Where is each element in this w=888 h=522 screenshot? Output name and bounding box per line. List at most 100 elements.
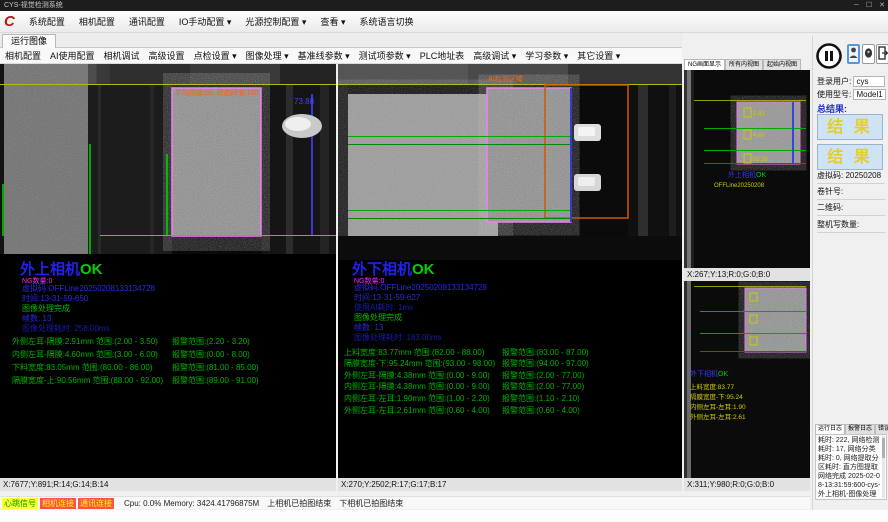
mini-camera-label: 外上相机OK	[728, 170, 766, 179]
baseline-yellow-line	[338, 84, 682, 85]
pause-button[interactable]	[815, 42, 843, 70]
model-label: 使用型号:	[817, 90, 851, 99]
left-camera-image[interactable]: 平均阈值:93, 动态阈值:100 73.88	[0, 64, 336, 254]
marker-value: 2.91	[753, 111, 765, 117]
menu-item-system-config[interactable]: 系统配置	[22, 15, 72, 28]
menu-item-light-control[interactable]: 光源控制配置 ▾	[238, 15, 313, 28]
tool-camera-config[interactable]: 相机配置	[5, 49, 41, 62]
exit-button[interactable]	[876, 44, 888, 64]
right-top-coords-bar: X:267;Y:13;R:0;G:0;B:0	[684, 268, 810, 281]
tool-baseline-params[interactable]: 基准线参数 ▾	[298, 49, 350, 62]
left-camera-panel: 平均阈值:93, 动态阈值:100 73.88 外上相机OK NG数量:0 虚拟…	[0, 64, 336, 478]
menu-item-language[interactable]: 系统语言切换	[352, 15, 420, 28]
menu-item-view[interactable]: 查看 ▾	[313, 15, 352, 28]
tool-other-settings[interactable]: 其它设置 ▾	[577, 49, 620, 62]
app-logo: C	[4, 13, 15, 30]
tool-test-params[interactable]: 测试项参数 ▾	[359, 49, 411, 62]
tab-run-image[interactable]: 运行图像	[2, 34, 56, 48]
roi-rect	[737, 102, 800, 164]
model-field[interactable]: Model1	[853, 89, 885, 100]
tool-camera-debug[interactable]: 相机调试	[104, 49, 140, 62]
log-scrollbar-thumb[interactable]	[882, 438, 885, 458]
alarm-range: 报警范围:(2.00 - 77.00)	[502, 370, 584, 381]
lock-button[interactable]	[862, 44, 875, 64]
control-panel: 登录用户: cys 使用型号: Model1 总结果: 结 果 结 果 虚拟码:…	[812, 36, 888, 510]
middle-camera-image[interactable]: AI检测区域	[338, 64, 682, 260]
tool-plc-table[interactable]: PLC地址表	[420, 49, 465, 62]
window-title: CYS-视觉检测系统	[4, 2, 63, 9]
measurement-row: 隔膜宽度-下:95.24mm 范围:(93.00 - 98.00)	[344, 358, 495, 369]
measurement-row: 外侧左耳-左耳:2.61mm 范围:(0.60 - 4.00)	[344, 405, 490, 416]
blue-measure-text: 73.88	[294, 97, 315, 106]
log-tabs: 运行日志 报警日志 错误日志	[815, 424, 887, 434]
needle-number-field[interactable]: 卷针号:	[817, 186, 885, 200]
bottom-spacer	[0, 510, 888, 522]
mini-measure-line: 隔膜宽度-下:95.24	[690, 392, 743, 401]
write-count-field[interactable]: 整机写数量:	[817, 219, 885, 233]
result-box-1: 结 果	[817, 114, 883, 140]
left-elapsed: 图像处理耗时: 258.00ms	[22, 323, 110, 334]
right-view-tabs: NG画面显示 所有内视图 起始内视图	[684, 58, 810, 70]
tab-all-view[interactable]: 所有内视图	[725, 59, 763, 70]
left-ok-status: OK	[80, 261, 103, 278]
tab-ng-display[interactable]: NG画面显示	[684, 59, 725, 70]
tool-advanced-settings[interactable]: 高级设置	[149, 49, 185, 62]
lock-icon	[864, 46, 873, 60]
middle-coords-bar: X:270;Y:2502;R:17;G:17;B:17	[338, 478, 682, 491]
exit-icon	[878, 46, 888, 60]
marker-value: 4.60	[753, 133, 765, 139]
tool-spot-check[interactable]: 点检设置 ▾	[194, 49, 237, 62]
measurement-row: 内侧左耳-隔膜:4.60mm 范围:(3.00 - 6.00)	[12, 349, 158, 360]
tool-ai-config[interactable]: AI使用配置	[50, 49, 95, 62]
mini-camera-label: 外下相机OK	[690, 369, 728, 378]
baseline-yellow-line	[0, 84, 336, 85]
tool-image-process[interactable]: 图像处理 ▾	[246, 49, 289, 62]
tab-run-log[interactable]: 运行日志	[815, 424, 845, 434]
log-text-area[interactable]: 耗时: 222, 网络检测耗时: 17, 网络分类耗时: 0, 网络提取分区耗时…	[815, 434, 887, 500]
alarm-range: 报警范围:(0.00 - 8.00)	[172, 349, 250, 360]
alarm-range: 报警范围:(2.00 - 77.00)	[502, 381, 584, 392]
menu-item-io-manual[interactable]: IO手动配置 ▾	[172, 15, 239, 28]
login-user-field[interactable]: cys	[853, 76, 885, 87]
right-bottom-camera-image[interactable]: 外下相机OK 上料宽度:83.77 隔膜宽度-下:95.24 内侧左耳-左耳:1…	[684, 281, 810, 478]
maximize-button[interactable]: ☐	[866, 0, 872, 11]
tab-strip: 运行图像	[0, 33, 682, 48]
measure-blue-line	[311, 94, 313, 236]
virtual-code-field: 虚拟码: 20250208	[817, 170, 885, 184]
title-bar: CYS-视觉检测系统 ─ ☐ ✕	[0, 0, 888, 11]
alarm-range: 报警范围:(2.20 - 3.20)	[172, 336, 250, 347]
right-top-camera-image[interactable]: 2.91 4.60 90.56 外上相机OK OFFLine20250208	[684, 70, 810, 268]
tool-advanced-debug[interactable]: 高级调试 ▾	[473, 49, 516, 62]
ai-overlay-text: AI检测区域	[488, 74, 523, 83]
middle-camera-panel: AI检测区域 外下相机OK NG数量:0 虚拟码:OFFLine20250208…	[338, 64, 682, 478]
measurement-row: 隔膜宽度-上:90.56mm 范围:(88.00 - 92.00)	[12, 375, 163, 386]
tab-error-log[interactable]: 错误日志	[875, 424, 888, 434]
tab-start-view[interactable]: 起始内视图	[763, 59, 801, 70]
measurement-row: 下料宽度:83.05mm 范围:(80.00 - 86.00)	[12, 362, 153, 373]
middle-ok-status: OK	[412, 261, 435, 278]
measurement-row: 上料宽度:83.77mm 范围:(82.00 - 88.00)	[344, 347, 485, 358]
marker-value: 90.56	[753, 157, 769, 163]
alarm-range: 报警范围:(0.60 - 4.00)	[502, 405, 580, 416]
user-button[interactable]	[847, 44, 860, 64]
comm-connect-badge: 通讯连接	[78, 498, 114, 509]
tool-learn-params[interactable]: 学习参数 ▾	[525, 49, 568, 62]
minimize-button[interactable]: ─	[854, 0, 859, 11]
left-coords-bar: X:7677;Y:891;R:14;G:14;B:14	[0, 478, 336, 491]
user-icon	[849, 46, 858, 60]
menu-item-comm-config[interactable]: 通讯配置	[122, 15, 172, 28]
alarm-range: 报警范围:(94.00 - 97.00)	[502, 358, 589, 369]
qr-code-field[interactable]: 二维码:	[817, 202, 885, 216]
close-button[interactable]: ✕	[879, 0, 885, 11]
menu-bar: C 系统配置 相机配置 通讯配置 IO手动配置 ▾ 光源控制配置 ▾ 查看 ▾ …	[0, 11, 888, 33]
status-bar: 心跳信号 相机连接 通讯连接 Cpu: 0.0% Memory: 3424.41…	[0, 496, 810, 509]
alarm-range: 报警范围:(81.00 - 85.00)	[172, 362, 259, 373]
measurement-row: 外侧左耳-隔膜:4.38mm 范围:(0.00 - 9.00)	[344, 370, 490, 381]
alarm-range: 报警范围:(1.10 - 2.10)	[502, 393, 580, 404]
roi-rect	[172, 88, 261, 236]
toolbar: 相机配置 AI使用配置 相机调试 高级设置 点检设置 ▾ 图像处理 ▾ 基准线参…	[0, 48, 682, 64]
tab-alarm-log[interactable]: 报警日志	[845, 424, 875, 434]
heartbeat-badge: 心跳信号	[2, 498, 38, 509]
menu-item-camera-config[interactable]: 相机配置	[72, 15, 122, 28]
cpu-memory-text: Cpu: 0.0% Memory: 3424.41796875M	[124, 499, 259, 508]
